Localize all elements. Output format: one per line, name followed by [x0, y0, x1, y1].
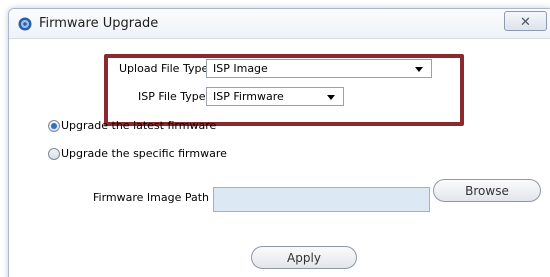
radio-button-checked[interactable] [48, 119, 60, 132]
isp-file-type-value: ISP Firmware [213, 90, 284, 103]
isp-file-type-select[interactable]: ISP Firmware [206, 87, 344, 106]
radio-upgrade-latest-label: Upgrade the latest firmware [61, 119, 217, 132]
isp-file-type-label: ISP File Type [138, 90, 206, 103]
radio-upgrade-latest[interactable]: Upgrade the latest firmware [48, 119, 216, 132]
close-button[interactable]: ✕ [504, 11, 547, 31]
upload-file-type-select[interactable]: ISP Image [206, 59, 432, 78]
apply-button[interactable]: Apply [251, 246, 357, 269]
window-title: Firmware Upgrade [39, 16, 159, 31]
radio-button-unchecked[interactable] [48, 147, 60, 160]
title-bar: Firmware Upgrade ✕ [9, 9, 550, 39]
firmware-image-path-input[interactable] [213, 187, 430, 212]
radio-upgrade-specific-label: Upgrade the specific firmware [61, 147, 227, 160]
firmware-upgrade-window: Firmware Upgrade ✕ Upload File Type ISP … [8, 8, 550, 277]
firmware-image-path-label: Firmware Image Path [93, 191, 210, 204]
upload-file-type-label: Upload File Type [119, 62, 209, 75]
radio-upgrade-specific[interactable]: Upgrade the specific firmware [48, 147, 227, 160]
upload-file-type-value: ISP Image [213, 62, 268, 75]
browse-button[interactable]: Browse [433, 179, 541, 202]
chevron-down-icon [415, 67, 423, 72]
gear-globe-icon [18, 17, 32, 31]
close-icon: ✕ [520, 13, 531, 29]
chevron-down-icon [327, 95, 335, 100]
